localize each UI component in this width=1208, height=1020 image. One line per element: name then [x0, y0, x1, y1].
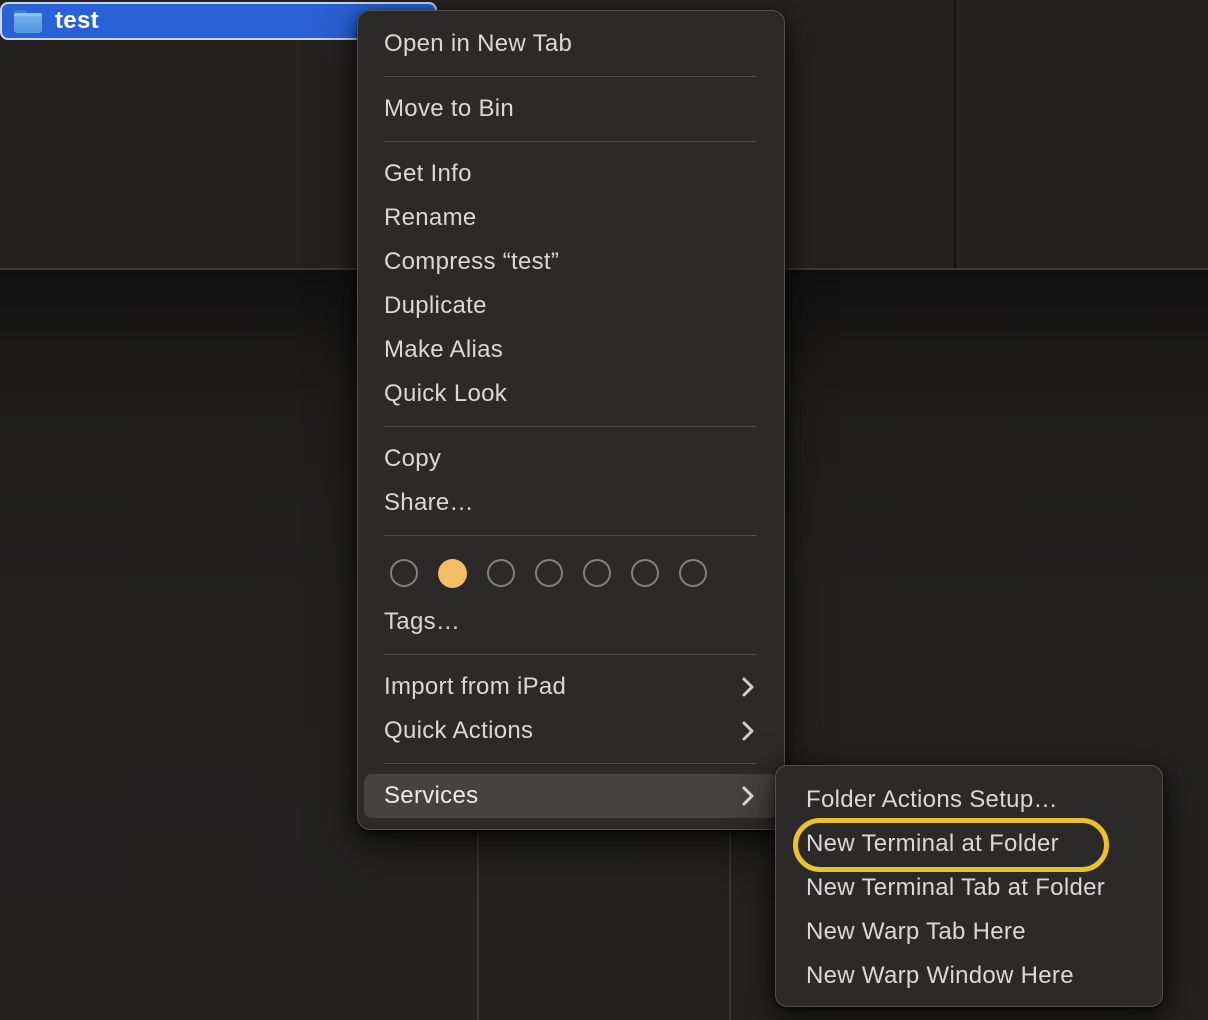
menu-item-copy[interactable]: Copy	[364, 437, 778, 481]
folder-icon	[14, 9, 42, 33]
tag-dot[interactable]	[535, 559, 563, 587]
menu-item-share[interactable]: Share…	[364, 481, 778, 525]
submenu-item-new-terminal-at-folder[interactable]: New Terminal at Folder	[776, 822, 1162, 866]
menu-item-label: New Terminal Tab at Folder	[806, 866, 1105, 910]
tag-dot[interactable]	[631, 559, 659, 587]
menu-item-move-to-bin[interactable]: Move to Bin	[364, 87, 778, 131]
menu-item-label: Services	[384, 774, 478, 818]
menu-separator	[384, 141, 757, 142]
menu-item-label: Get Info	[384, 152, 472, 196]
menu-item-label: Move to Bin	[384, 87, 514, 131]
menu-item-label: Open in New Tab	[384, 22, 572, 66]
menu-item-label: Duplicate	[384, 284, 487, 328]
menu-item-label: Tags…	[384, 600, 460, 644]
menu-item-label: Compress “test”	[384, 240, 559, 284]
submenu-item-new-terminal-tab-at-folder[interactable]: New Terminal Tab at Folder	[776, 866, 1162, 910]
menu-item-duplicate[interactable]: Duplicate	[364, 284, 778, 328]
submenu-item-new-warp-tab-here[interactable]: New Warp Tab Here	[776, 910, 1162, 954]
menu-item-tags[interactable]: Tags…	[364, 600, 778, 644]
menu-separator	[384, 654, 757, 655]
menu-item-rename[interactable]: Rename	[364, 196, 778, 240]
menu-item-open-in-new-tab[interactable]: Open in New Tab	[364, 22, 778, 66]
chevron-right-icon	[741, 676, 755, 698]
menu-item-label: Make Alias	[384, 328, 503, 372]
selected-file-name: test	[55, 7, 99, 35]
finder-screen: test Open in New Tab Move to Bin Get Inf…	[0, 0, 1208, 1020]
chevron-right-icon	[741, 785, 755, 807]
menu-item-label: Quick Look	[384, 372, 507, 416]
menu-item-label: New Warp Tab Here	[806, 910, 1026, 954]
menu-item-make-alias[interactable]: Make Alias	[364, 328, 778, 372]
menu-item-label: Copy	[384, 437, 441, 481]
menu-item-label: New Warp Window Here	[806, 954, 1074, 998]
context-menu: Open in New Tab Move to Bin Get Info Ren…	[357, 10, 785, 830]
chevron-right-icon	[741, 720, 755, 742]
menu-separator	[384, 76, 757, 77]
tag-color-row	[364, 546, 778, 600]
tag-dot[interactable]	[390, 559, 418, 587]
submenu-item-folder-actions-setup[interactable]: Folder Actions Setup…	[776, 778, 1162, 822]
menu-item-label: Folder Actions Setup…	[806, 778, 1058, 822]
tag-dot-selected-orange[interactable]	[438, 559, 467, 588]
menu-item-quick-look[interactable]: Quick Look	[364, 372, 778, 416]
column-divider	[954, 0, 956, 268]
menu-item-quick-actions[interactable]: Quick Actions	[364, 709, 778, 753]
tag-dot[interactable]	[583, 559, 611, 587]
menu-item-services[interactable]: Services	[364, 774, 778, 818]
menu-separator	[384, 426, 757, 427]
menu-item-label: Rename	[384, 196, 477, 240]
menu-item-label: New Terminal at Folder	[806, 822, 1059, 866]
submenu-item-new-warp-window-here[interactable]: New Warp Window Here	[776, 954, 1162, 998]
menu-item-import-from-ipad[interactable]: Import from iPad	[364, 665, 778, 709]
menu-item-label: Import from iPad	[384, 665, 566, 709]
tag-dot[interactable]	[487, 559, 515, 587]
menu-item-label: Share…	[384, 481, 474, 525]
menu-separator	[384, 535, 757, 536]
tag-dot[interactable]	[679, 559, 707, 587]
services-submenu: Folder Actions Setup… New Terminal at Fo…	[775, 765, 1163, 1007]
menu-item-compress[interactable]: Compress “test”	[364, 240, 778, 284]
menu-separator	[384, 763, 757, 764]
menu-item-label: Quick Actions	[384, 709, 533, 753]
menu-item-get-info[interactable]: Get Info	[364, 152, 778, 196]
